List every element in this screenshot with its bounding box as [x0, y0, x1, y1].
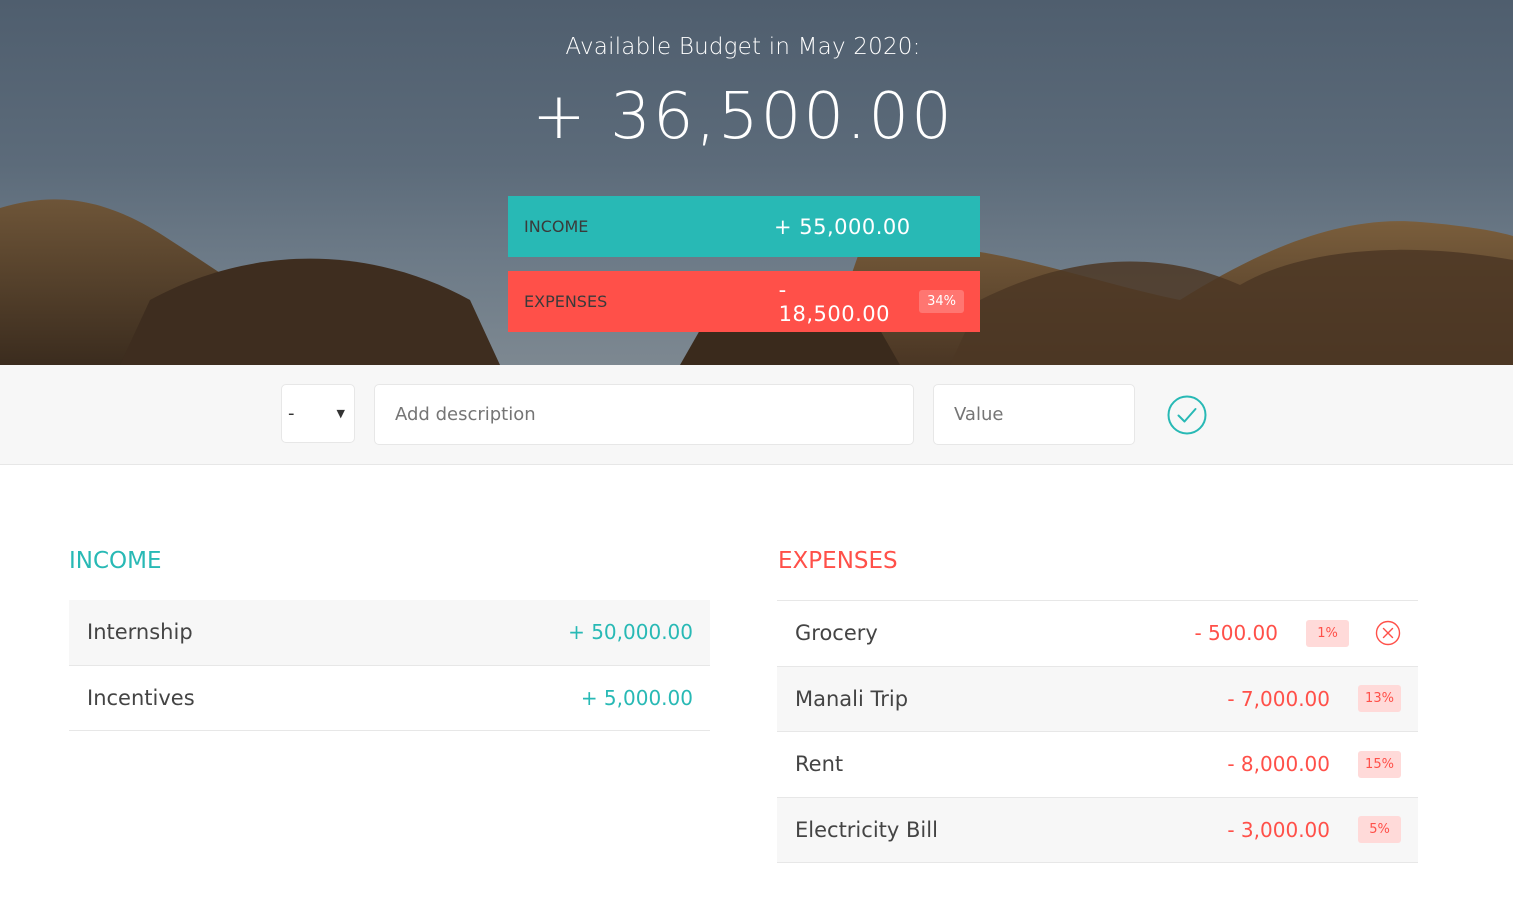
income-summary: Income + 55,000.00	[508, 196, 980, 257]
expenses-list: Grocery - 500.00 1% Manali Trip - 7,000.…	[777, 600, 1418, 863]
expenses-summary-value: - 18,500.00	[778, 277, 891, 326]
expense-item-description: Grocery	[795, 621, 878, 646]
type-select[interactable]: - ▼	[281, 384, 355, 443]
budget-header: Available Budget in May 2020: + 36,500.0…	[0, 0, 1513, 365]
income-item-value: + 5,000.00	[580, 685, 693, 710]
expense-item[interactable]: Grocery - 500.00 1%	[777, 601, 1418, 667]
expenses-summary: Expenses - 18,500.00 34%	[508, 271, 980, 332]
expense-item-description: Electricity Bill	[795, 817, 938, 842]
delete-circle-icon[interactable]	[1375, 620, 1401, 646]
value-input[interactable]	[933, 384, 1135, 445]
income-list-title: Income	[69, 548, 162, 574]
income-list: Internship + 50,000.00 Incentives + 5,00…	[69, 600, 710, 731]
expense-item[interactable]: Electricity Bill - 3,000.00 5%	[777, 797, 1418, 863]
expense-item-value: - 3,000.00	[1227, 817, 1330, 842]
type-select-value: -	[288, 403, 295, 424]
expense-item-description: Rent	[795, 752, 844, 777]
income-summary-value: + 55,000.00	[774, 214, 911, 239]
income-summary-label: Income	[524, 217, 589, 236]
description-input[interactable]	[374, 384, 914, 445]
expense-item-value: - 8,000.00	[1227, 752, 1330, 777]
expense-item[interactable]: Rent - 8,000.00 15%	[777, 732, 1418, 798]
available-budget-value: + 36,500.00	[532, 80, 954, 154]
income-item[interactable]: Incentives + 5,000.00	[69, 666, 710, 731]
expense-item-percentage: 5%	[1358, 816, 1401, 844]
income-item-description: Internship	[87, 620, 193, 645]
expense-item-percentage: 13%	[1358, 685, 1401, 713]
add-item-bar: - ▼	[0, 365, 1513, 465]
income-item-description: Incentives	[87, 685, 195, 710]
income-item[interactable]: Internship + 50,000.00	[69, 600, 710, 666]
budget-title: Available Budget in May 2020:	[565, 34, 921, 60]
check-circle-icon[interactable]	[1166, 394, 1208, 436]
expenses-percentage-badge: 34%	[919, 290, 964, 313]
income-item-value: + 50,000.00	[568, 620, 693, 645]
expense-item-value: - 7,000.00	[1227, 686, 1330, 711]
expenses-list-title: Expenses	[778, 548, 898, 574]
expense-item-value: - 500.00	[1194, 621, 1278, 646]
expense-item-description: Manali Trip	[795, 686, 909, 711]
expenses-summary-label: Expenses	[524, 292, 608, 311]
expense-item-percentage: 15%	[1358, 750, 1401, 778]
expense-item-percentage: 1%	[1306, 619, 1349, 647]
dropdown-arrow-icon: ▼	[336, 407, 345, 420]
expense-item[interactable]: Manali Trip - 7,000.00 13%	[777, 666, 1418, 732]
